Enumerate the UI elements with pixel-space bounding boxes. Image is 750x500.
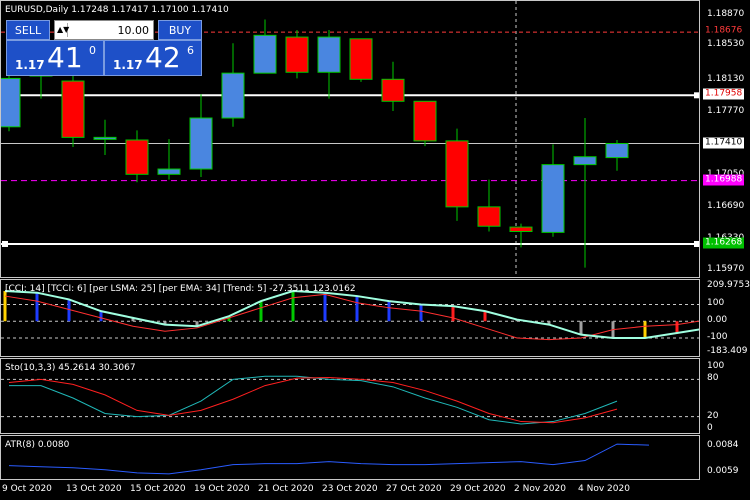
stochastic-tick-label: 100 bbox=[707, 361, 725, 371]
bid-price-box[interactable]: 1.17 41 0 bbox=[6, 40, 104, 76]
price-scale[interactable]: 1.188701.185301.181301.177701.174101.170… bbox=[701, 0, 750, 480]
candle-body bbox=[541, 164, 565, 233]
time-tick-label: 2 Nov 2020 bbox=[514, 484, 566, 494]
lot-stepper-icon[interactable]: ▲▼ bbox=[57, 23, 69, 37]
candle-body bbox=[509, 226, 533, 232]
price-level-tag: 1.17410 bbox=[703, 137, 745, 149]
candle-body bbox=[1, 77, 21, 128]
price-tick-label: 1.18130 bbox=[707, 74, 745, 85]
price-level-tag: 1.16988 bbox=[703, 174, 745, 186]
candle-body bbox=[189, 117, 213, 170]
price-tick-label: 1.16690 bbox=[707, 200, 745, 211]
candle-body bbox=[157, 168, 181, 175]
time-tick-label: 13 Oct 2020 bbox=[66, 484, 122, 494]
ask-price-fraction: 6 bbox=[187, 44, 194, 57]
one-click-trading-panel[interactable]: SELL ▲▼ 10.00 BUY 1.17 41 0 1.17 42 6 bbox=[6, 20, 202, 76]
atr-label: ATR(8) 0.0080 bbox=[5, 440, 70, 450]
stochastic-tick-label: 20 bbox=[707, 410, 719, 421]
stochastic-tick-label: 0 bbox=[707, 423, 713, 433]
cci-pane[interactable]: [CCI: 14] [TCCI: 6] [per LSMA: 25] [per … bbox=[0, 279, 700, 357]
atr-line bbox=[8, 443, 650, 475]
candle-body bbox=[317, 36, 341, 73]
candle-body bbox=[349, 38, 373, 80]
lot-size-field[interactable]: ▲▼ 10.00 bbox=[54, 20, 154, 40]
candle-body bbox=[285, 36, 309, 73]
atr-pane[interactable]: ATR(8) 0.0080 bbox=[0, 435, 700, 480]
stochastic-signal-line bbox=[8, 377, 618, 424]
time-tick-label: 29 Oct 2020 bbox=[450, 484, 506, 494]
price-tick-label: 1.17770 bbox=[707, 105, 745, 116]
cci-label: [CCI: 14] [TCCI: 6] [per LSMA: 25] [per … bbox=[5, 284, 356, 294]
price-tick-label: 1.18870 bbox=[707, 9, 745, 20]
candle-body bbox=[477, 206, 501, 227]
stochastic-label: Sto(10,3,3) 45.2614 30.3067 bbox=[5, 363, 136, 373]
time-tick-label: 27 Oct 2020 bbox=[386, 484, 442, 494]
cci-line bbox=[4, 293, 699, 341]
level-handle-left bbox=[2, 240, 8, 247]
time-tick-label: 19 Oct 2020 bbox=[194, 484, 250, 494]
candle-body bbox=[93, 136, 117, 140]
candle-body bbox=[61, 80, 85, 138]
time-tick-label: 9 Oct 2020 bbox=[2, 484, 52, 494]
cci-tick-label: -183.409 bbox=[707, 346, 748, 356]
price-tick-label: 1.18530 bbox=[707, 38, 745, 49]
stochastic-tick-label: 80 bbox=[707, 373, 719, 384]
tcci-line bbox=[4, 290, 699, 340]
symbol-header: EURUSD,Daily 1.17248 1.17417 1.17100 1.1… bbox=[5, 5, 229, 15]
candle-body bbox=[573, 156, 597, 166]
level-handle-right bbox=[694, 92, 699, 99]
price-level-tag: 1.17958 bbox=[703, 88, 745, 100]
cci-tick-label: 100 bbox=[707, 298, 725, 309]
candle-body bbox=[253, 34, 277, 74]
time-tick-label: 15 Oct 2020 bbox=[130, 484, 186, 494]
bid-price-fraction: 0 bbox=[89, 44, 96, 57]
time-tick-label: 23 Oct 2020 bbox=[322, 484, 378, 494]
price-tick-label: 1.15970 bbox=[707, 264, 745, 275]
atr-tick-label: 0.0059 bbox=[707, 465, 739, 476]
atr-chart[interactable] bbox=[1, 436, 700, 480]
stochastic-pane[interactable]: Sto(10,3,3) 45.2614 30.3067 bbox=[0, 358, 700, 434]
lot-size-value: 10.00 bbox=[117, 24, 150, 37]
time-axis[interactable]: 9 Oct 2020 13 Oct 2020 15 Oct 2020 19 Oct 2… bbox=[0, 480, 700, 500]
candle-body bbox=[413, 100, 437, 142]
candle-body bbox=[445, 140, 469, 208]
candle-body bbox=[125, 139, 149, 175]
sell-button[interactable]: SELL bbox=[6, 20, 50, 40]
bid-price-prefix: 1.17 bbox=[15, 58, 45, 72]
ask-price-box[interactable]: 1.17 42 6 bbox=[104, 40, 202, 76]
cci-tick-label: 0.00 bbox=[707, 315, 728, 326]
bid-price-main: 41 bbox=[47, 41, 83, 74]
price-level-tag: 1.18676 bbox=[703, 25, 745, 37]
candle-body bbox=[221, 72, 245, 119]
cci-tick-label: -100 bbox=[707, 332, 728, 342]
candle-body bbox=[605, 143, 629, 159]
cci-tick-label: 209.9753 bbox=[707, 280, 750, 290]
time-tick-label: 4 Nov 2020 bbox=[578, 484, 630, 494]
level-handle-right bbox=[694, 240, 699, 247]
time-tick-label: 21 Oct 2020 bbox=[258, 484, 314, 494]
atr-tick-label: 0.0084 bbox=[707, 440, 739, 451]
ask-price-main: 42 bbox=[145, 41, 181, 74]
buy-button[interactable]: BUY bbox=[158, 20, 202, 40]
price-level-tag: 1.16268 bbox=[703, 237, 745, 249]
candle-body bbox=[381, 78, 405, 102]
ask-price-prefix: 1.17 bbox=[113, 58, 143, 72]
